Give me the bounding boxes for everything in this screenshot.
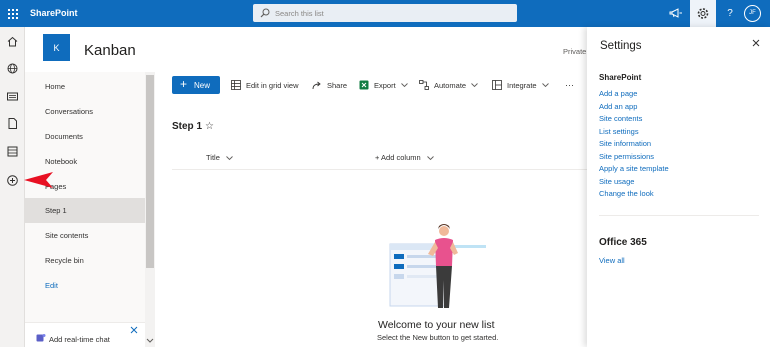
- chevron-down-icon: [471, 82, 478, 87]
- automate-button[interactable]: Automate: [419, 76, 483, 94]
- nav-item-conversations[interactable]: Conversations: [25, 99, 145, 124]
- chevron-down-icon: [426, 155, 434, 160]
- edit-grid-button[interactable]: Edit in grid view: [231, 76, 299, 94]
- site-information-link[interactable]: Site information: [599, 139, 651, 148]
- nav-item-home[interactable]: Home: [25, 74, 145, 99]
- settings-title: Settings: [600, 40, 642, 52]
- apply-site-template-link[interactable]: Apply a site template: [599, 164, 669, 173]
- home-icon[interactable]: [6, 35, 19, 48]
- export-button[interactable]: Export: [359, 76, 413, 94]
- office-365-heading: Office 365: [599, 237, 647, 248]
- nav-scrollbar-thumb[interactable]: [146, 75, 154, 268]
- add-app-link[interactable]: Add an app: [599, 102, 637, 111]
- export-label: Export: [374, 80, 396, 90]
- favorite-star-icon[interactable]: ☆: [205, 121, 214, 132]
- nav-item-site-contents[interactable]: Site contents: [25, 223, 145, 248]
- integrate-button[interactable]: Integrate: [492, 76, 554, 94]
- share-button[interactable]: Share: [312, 76, 347, 94]
- search-box[interactable]: Search this list: [253, 4, 517, 22]
- list-icon[interactable]: [6, 145, 19, 158]
- app-rail: [0, 27, 25, 347]
- view-all-link[interactable]: View all: [599, 256, 625, 265]
- automate-icon: [419, 80, 429, 90]
- chevron-down-icon: [226, 155, 233, 160]
- list-title: Step 1: [172, 121, 203, 132]
- app-launcher-button[interactable]: [0, 0, 25, 27]
- new-button[interactable]: + New: [172, 76, 220, 94]
- share-label: Share: [327, 80, 348, 90]
- share-icon: [312, 81, 321, 90]
- nav-item-step-1[interactable]: Step 1: [25, 198, 145, 223]
- add-page-link[interactable]: Add a page: [599, 89, 637, 98]
- chat-panel: Add real-time chat: [25, 322, 145, 347]
- new-button-label: New: [194, 81, 211, 90]
- nav-item-documents[interactable]: Documents: [25, 124, 145, 149]
- waffle-icon: [8, 9, 18, 19]
- sharepoint-heading: SharePoint: [599, 73, 642, 82]
- search-placeholder: Search this list: [275, 9, 324, 18]
- chevron-down-icon: [400, 82, 408, 87]
- search-icon: [260, 8, 270, 18]
- edit-grid-label: Edit in grid view: [246, 80, 299, 90]
- app-name[interactable]: SharePoint: [30, 8, 78, 18]
- site-logo[interactable]: K: [43, 34, 70, 61]
- avatar[interactable]: JF: [744, 5, 761, 22]
- empty-list-illustration: [389, 224, 486, 308]
- globe-icon[interactable]: [6, 62, 19, 75]
- integrate-icon: [492, 80, 502, 90]
- nav-edit-link[interactable]: Edit: [25, 273, 145, 298]
- excel-icon: [359, 80, 369, 90]
- create-icon[interactable]: [6, 174, 19, 187]
- site-title[interactable]: Kanban: [84, 42, 136, 59]
- news-icon[interactable]: [6, 90, 19, 103]
- empty-state-subtitle: Select the New button to get started.: [377, 333, 499, 342]
- column-header-divider: [172, 169, 587, 170]
- site-contents-link[interactable]: Site contents: [599, 114, 642, 123]
- integrate-label: Integrate: [507, 80, 537, 90]
- list-settings-link[interactable]: List settings: [599, 127, 639, 136]
- site-permissions-link[interactable]: Site permissions: [599, 152, 654, 161]
- site-usage-link[interactable]: Site usage: [599, 177, 634, 186]
- empty-state-title: Welcome to your new list: [378, 319, 495, 331]
- grid-icon: [231, 80, 241, 90]
- close-icon[interactable]: [130, 326, 138, 334]
- add-column-label: + Add column: [375, 153, 421, 162]
- nav-item-recycle-bin[interactable]: Recycle bin: [25, 248, 145, 273]
- close-icon[interactable]: [751, 38, 761, 48]
- chat-label[interactable]: Add real-time chat: [49, 335, 110, 344]
- help-button[interactable]: ?: [717, 0, 743, 27]
- megaphone-icon: [669, 8, 682, 18]
- settings-button[interactable]: [690, 0, 716, 27]
- red-arrow-pointer-icon: [24, 172, 53, 188]
- megaphone-button[interactable]: [664, 0, 690, 27]
- plus-icon: +: [180, 77, 188, 91]
- automate-label: Automate: [434, 80, 467, 90]
- more-actions-button[interactable]: ···: [565, 76, 574, 94]
- gear-icon: [697, 8, 709, 19]
- add-column-button[interactable]: + Add column: [375, 153, 434, 162]
- chevron-down-icon: [541, 82, 549, 87]
- document-icon[interactable]: [6, 117, 19, 130]
- scroll-down-icon[interactable]: [146, 338, 154, 344]
- settings-divider: [599, 215, 759, 216]
- column-title-label: Title: [206, 153, 220, 162]
- change-look-link[interactable]: Change the look: [599, 189, 654, 198]
- teams-icon: [36, 334, 46, 342]
- column-header-title[interactable]: Title: [206, 153, 233, 162]
